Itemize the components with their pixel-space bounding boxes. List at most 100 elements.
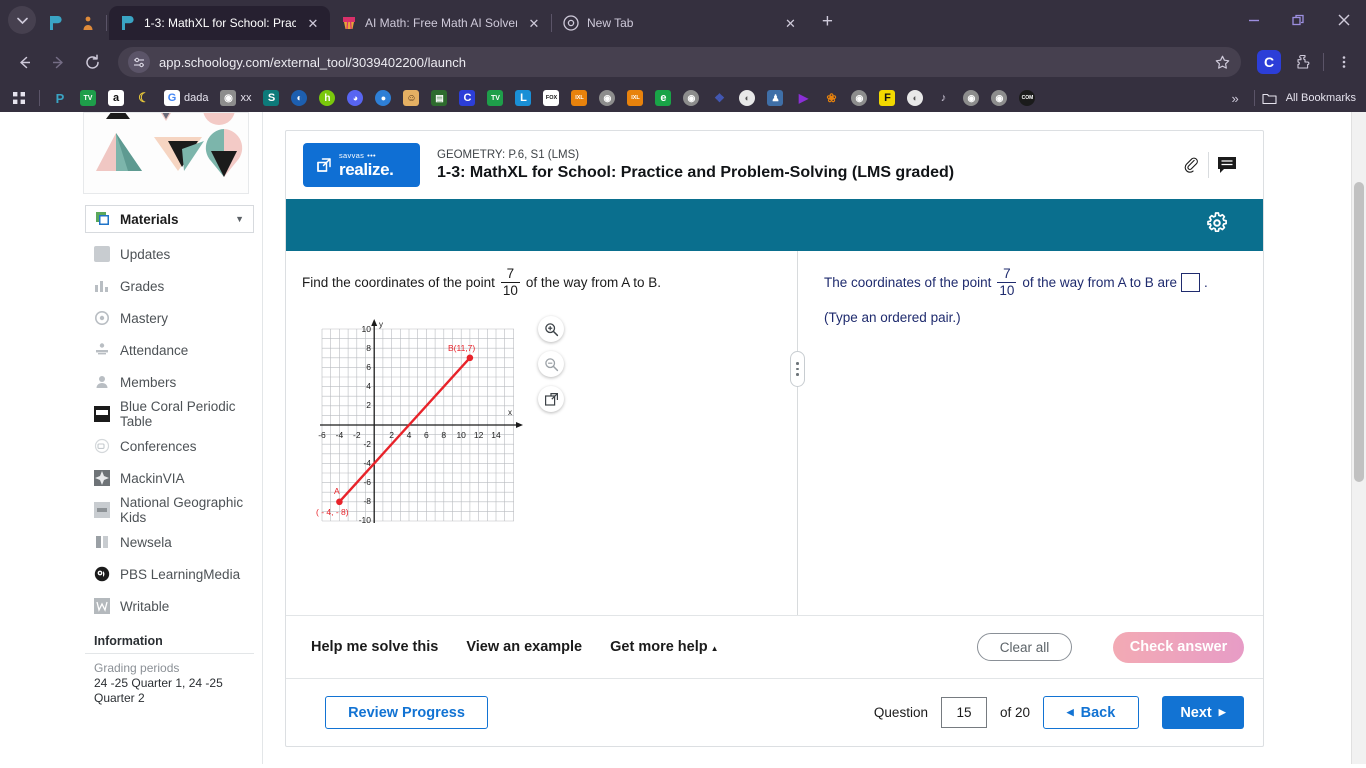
bookmark-schoology[interactable]: P [47,87,73,109]
bookmark-avatar[interactable]: ☺ [398,87,424,109]
question-number-input[interactable] [940,697,987,728]
sidebar-item-members[interactable]: Members [85,366,254,398]
page-scrollbar[interactable] [1351,112,1366,764]
zoom-out-icon[interactable] [538,351,564,378]
bookmark-blue-drop[interactable]: ● [370,87,396,109]
bookmark-j[interactable]: ♪ [930,87,956,109]
bookmark-person[interactable]: ♟ [762,87,788,109]
answer-input[interactable] [1180,273,1200,293]
expand-icon[interactable] [538,386,564,413]
bookmark-droplet[interactable]: ◐ [734,87,760,109]
bookmark-dada[interactable]: G dada [159,87,213,109]
tab-2[interactable]: New Tab ✕ [552,6,807,40]
profile-avatar[interactable]: C [1257,50,1281,74]
sidebar-item-attendance[interactable]: Attendance [85,334,254,366]
bookmark-amazon[interactable]: a [103,87,129,109]
sidebar-item-materials[interactable]: Materials ▼ [85,205,254,233]
sidebar-item-national-geographic-kids[interactable]: National Geographic Kids [85,494,254,526]
comment-icon[interactable] [1209,148,1245,182]
next-button[interactable]: Next ▶ [1162,696,1244,729]
globe2-icon: ◉ [683,90,700,106]
address-bar[interactable]: app.schoology.com/external_tool/30394022… [118,47,1241,77]
bookmark-discord[interactable]: ◕ [342,87,368,109]
bookmark-droplet2[interactable]: ◐ [902,87,928,109]
bookmark-s[interactable]: S [258,87,284,109]
get-more-help-button[interactable]: Get more help ▲ [610,639,718,655]
tab-close-1[interactable]: ✕ [525,14,543,32]
bookmark-globe3[interactable]: ◉ [846,87,872,109]
bookmark-c[interactable]: C [454,87,480,109]
savvas-realize-logo[interactable]: savvas ••• realize. [303,143,420,187]
bookmark-com[interactable]: COM [1014,87,1040,109]
sidebar-item-grades[interactable]: Grades [85,270,254,302]
graph-svg[interactable]: y x 1086 42 -2-4-6 -8-10 -6 -4 -2 2 4 6 … [312,316,527,531]
all-bookmarks-button[interactable]: All Bookmarks [1262,91,1360,106]
bookmark-play[interactable]: ▶ [790,87,816,109]
minimize-button[interactable] [1231,3,1276,37]
tab-search-button[interactable] [8,6,36,34]
clear-all-button[interactable]: Clear all [977,633,1072,661]
back-navigation-button[interactable] [8,46,40,78]
bookmark-fox[interactable]: FOX [538,87,564,109]
review-progress-button[interactable]: Review Progress [325,696,488,729]
bookmark-globe2[interactable]: ◉ [678,87,704,109]
sidebar-item-pbs-learningmedia[interactable]: PBS LearningMedia [85,558,254,590]
sidebar-item-mackinvia[interactable]: MackinVIA [85,462,254,494]
sidebar-label-conferences: Conferences [120,438,197,454]
zoom-in-icon[interactable] [538,316,564,343]
reload-button[interactable] [76,46,108,78]
coordinate-graph[interactable]: y x 10 8 6 42 -2 -4 -6 -8 -10 -6 -4 -2 2… [312,316,783,536]
sidebar-label-mackinvia: MackinVIA [120,470,185,486]
bookmarks-overflow-button[interactable]: » [1223,91,1246,106]
bookmark-green-book[interactable]: ▤ [426,87,452,109]
bookmark-xx[interactable]: ◉ xx [215,87,256,109]
bookmark-moon[interactable]: ◐ [286,87,312,109]
tab-close-2[interactable]: ✕ [781,14,799,32]
chrome-menu-icon[interactable] [1330,48,1358,76]
pinned-tab-avatar[interactable] [72,6,104,40]
bookmark-f[interactable]: F [874,87,900,109]
page-scrollbar-thumb[interactable] [1354,182,1364,482]
bookmark-ixl[interactable]: IXL [566,87,592,109]
bookmark-photos[interactable]: ❀ [818,87,844,109]
tab-0[interactable]: 1-3: MathXL for School: Practic ✕ [109,6,330,40]
check-answer-button[interactable]: Check answer [1113,631,1244,663]
sidebar-item-blue-coral-periodic-table[interactable]: Blue Coral Periodic Table [85,398,254,430]
site-settings-icon[interactable] [128,51,150,73]
tab-1[interactable]: AI Math: Free Math AI Solver & ✕ [330,6,551,40]
bookmark-quizlet[interactable]: ❖ [706,87,732,109]
bookmark-globe5[interactable]: ◉ [986,87,1012,109]
sidebar-item-conferences[interactable]: Conferences [85,430,254,462]
split-handle[interactable] [790,351,805,387]
bookmark-l[interactable]: L [510,87,536,109]
help-me-solve-this-button[interactable]: Help me solve this [311,639,438,655]
bookmark-globe4[interactable]: ◉ [958,87,984,109]
bookmark-banana[interactable]: ☾ [131,87,157,109]
forward-navigation-button[interactable] [42,46,74,78]
sidebar-item-updates[interactable]: Updates [85,238,254,270]
close-window-button[interactable] [1321,3,1366,37]
bookmark-ixl2[interactable]: IXL [622,87,648,109]
tab-title-2: New Tab [587,16,634,30]
back-button[interactable]: ◀ Back [1043,696,1139,729]
new-tab-button[interactable]: + [813,8,841,36]
bookmark-h[interactable]: h [314,87,340,109]
grading-periods-value: 24 -25 Quarter 1, 24 -25 Quarter 2 [94,676,223,705]
bookmark-globe1[interactable]: ◉ [594,87,620,109]
extensions-puzzle-icon[interactable] [1289,48,1317,76]
bookmark-tv[interactable]: TV [75,87,101,109]
bookmark-apps-grid[interactable] [6,87,32,109]
view-an-example-button[interactable]: View an example [466,639,582,655]
bookmark-e[interactable]: e [650,87,676,109]
sidebar-item-mastery[interactable]: Mastery [85,302,254,334]
sidebar-item-newsela[interactable]: Newsela [85,526,254,558]
maximize-button[interactable] [1276,3,1321,37]
gear-icon[interactable] [1206,211,1228,239]
tab-close-0[interactable]: ✕ [304,14,322,32]
chevron-down-icon[interactable]: ▼ [235,214,244,224]
sidebar-item-writable[interactable]: Writable [85,590,254,622]
bookmark-tv2[interactable]: TV [482,87,508,109]
paperclip-icon[interactable] [1172,148,1208,182]
bookmark-star-icon[interactable] [1209,49,1235,75]
pinned-tab-schoology[interactable] [40,6,72,40]
